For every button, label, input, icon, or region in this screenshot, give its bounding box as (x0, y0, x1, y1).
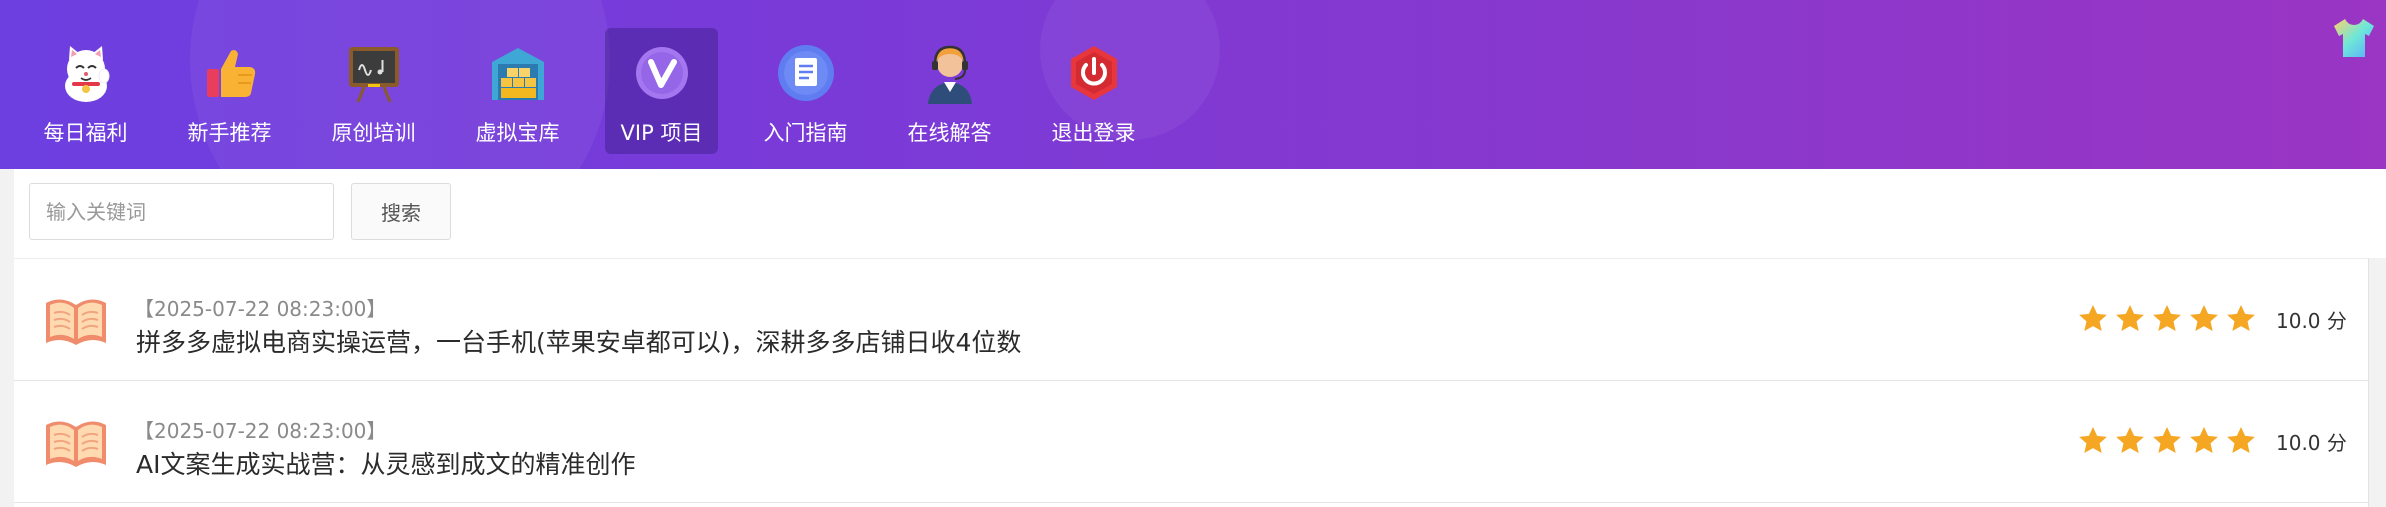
nav-label: 入门指南 (763, 121, 848, 145)
star-rating: 10.0 分 (2077, 303, 2347, 335)
nav-item-daily-benefits[interactable]: 每日福利 (29, 28, 142, 154)
star-rating: 10.0 分 (2077, 425, 2347, 457)
search-button[interactable]: 搜索 (351, 183, 451, 240)
nav-label: 每日福利 (43, 121, 128, 145)
star-icon (2190, 305, 2218, 331)
star-icon (2190, 427, 2218, 453)
open-book-icon (44, 293, 108, 347)
nav-label: 退出登录 (1051, 121, 1136, 145)
item-timestamp: 【2025-07-22 08:23:00】 (134, 297, 387, 321)
list-item[interactable]: 【2025-07-22 08:23:00】 AI文案生成实战营：从灵感到成文的精… (14, 381, 2368, 503)
nav-item-getting-started[interactable]: 入门指南 (749, 28, 862, 154)
lucky-cat-icon (52, 39, 120, 107)
nav-item-original-training[interactable]: 原创培训 (317, 28, 430, 154)
item-timestamp: 【2025-07-22 08:23:00】 (134, 419, 387, 443)
nav-label: 新手推荐 (187, 121, 272, 145)
main-nav: 每日福利 新手推荐 原创培训 虚拟宝库 VIP 项目 入门指南 在线解答 退出登… (29, 28, 1181, 154)
star-icon (2079, 305, 2107, 331)
search-input[interactable] (29, 183, 334, 240)
star-icon (2153, 427, 2181, 453)
project-list: 【2025-07-22 08:23:00】 拼多多虚拟电商实操运营，一台手机(苹… (14, 258, 2368, 503)
top-nav-bar: 每日福利 新手推荐 原创培训 虚拟宝库 VIP 项目 入门指南 在线解答 退出登… (0, 0, 2386, 169)
star-icon (2116, 427, 2144, 453)
nav-item-vip-projects[interactable]: VIP 项目 (605, 28, 718, 154)
document-icon (772, 39, 840, 107)
star-icon (2227, 427, 2255, 453)
rating-score: 10.0 分 (2276, 430, 2347, 455)
nav-item-logout[interactable]: 退出登录 (1037, 28, 1150, 154)
star-icon (2116, 305, 2144, 331)
scrollbar-track[interactable] (2368, 258, 2386, 507)
chalkboard-icon (340, 39, 408, 107)
nav-label: 原创培训 (331, 121, 416, 145)
star-icon (2079, 427, 2107, 453)
star-icon (2227, 305, 2255, 331)
star-icon (2153, 305, 2181, 331)
support-agent-icon (916, 39, 984, 107)
vip-badge-icon (628, 39, 696, 107)
left-gutter (0, 169, 14, 507)
list-item[interactable]: 【2025-07-22 08:23:00】 拼多多虚拟电商实操运营，一台手机(苹… (14, 258, 2368, 381)
item-title-link[interactable]: AI文案生成实战营：从灵感到成文的精准创作 (136, 445, 635, 481)
open-book-icon (44, 415, 108, 469)
nav-item-online-answers[interactable]: 在线解答 (893, 28, 1006, 154)
nav-item-virtual-vault[interactable]: 虚拟宝库 (461, 28, 574, 154)
nav-item-beginner-picks[interactable]: 新手推荐 (173, 28, 286, 154)
item-title-link[interactable]: 拼多多虚拟电商实操运营，一台手机(苹果安卓都可以)，深耕多多店铺日收4位数 (136, 323, 1021, 359)
thumbs-up-icon (196, 39, 264, 107)
power-icon (1060, 39, 1128, 107)
tshirt-skin-icon[interactable] (2330, 16, 2378, 60)
treasure-vault-icon (484, 39, 552, 107)
nav-label: VIP 项目 (620, 121, 703, 145)
nav-label: 虚拟宝库 (475, 121, 560, 145)
nav-label: 在线解答 (907, 121, 992, 145)
rating-score: 10.0 分 (2276, 308, 2347, 333)
